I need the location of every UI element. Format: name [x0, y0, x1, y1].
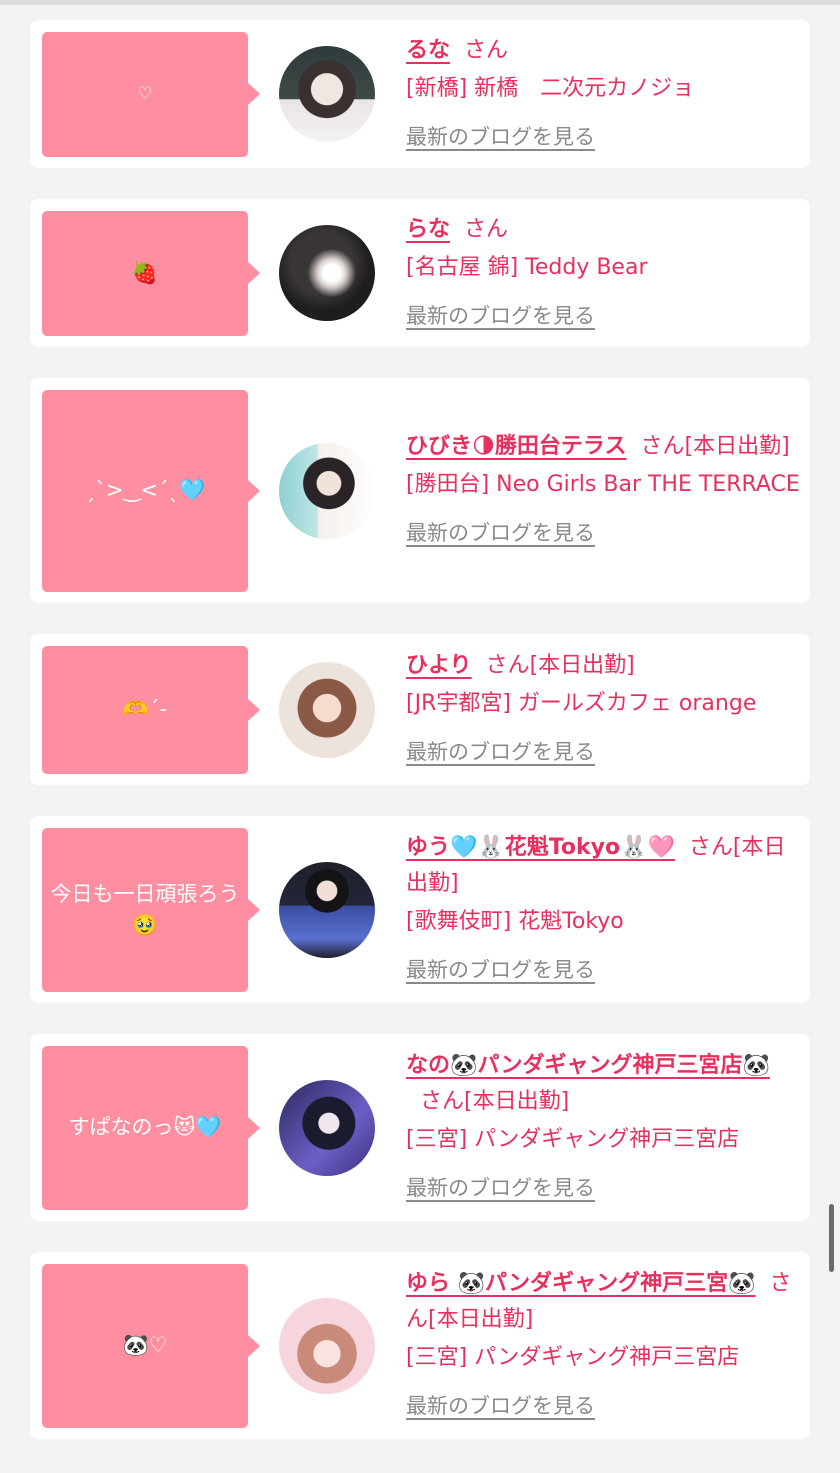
cast-name-link[interactable]: ひびき🌗勝田台テラス	[406, 434, 627, 459]
avatar-wrap	[248, 1297, 406, 1394]
name-suffix: さん	[464, 37, 509, 63]
latest-blog-link[interactable]: 最新のブログを見る	[406, 734, 595, 770]
name-suffix: さん[本日出勤]	[420, 1089, 570, 1114]
card-info: るな さん [新橋] 新橋 二次元カノジョ 最新のブログを見る	[406, 33, 800, 156]
avatar-wrap	[248, 1079, 406, 1176]
latest-blog-link[interactable]: 最新のブログを見る	[406, 298, 595, 334]
avatar[interactable]	[279, 225, 375, 321]
latest-blog-link[interactable]: 最新のブログを見る	[406, 119, 595, 155]
blog-card[interactable]: 🐼♡ ゆら 🐼パンダギャング神戸三宮🐼 さん[本日出勤] [三宮] パンダギャング…	[30, 1252, 810, 1439]
message-bubble: 今日も一日頑張ろう🥹	[42, 827, 260, 992]
shop-label: [三宮] パンダギャング神戸三宮店	[406, 1345, 740, 1370]
message-bubble: ♡	[42, 31, 260, 157]
blog-card[interactable]: ♡ るな さん [新橋] 新橋 二次元カノジョ 最新のブログを見る	[30, 20, 810, 168]
latest-blog-link[interactable]: 最新のブログを見る	[406, 515, 595, 551]
card-info: ひびき🌗勝田台テラス さん[本日出勤] [勝田台] Neo Girls Bar T…	[406, 429, 800, 552]
shop-label: [歌舞伎町] 花魁Tokyo	[406, 909, 624, 934]
cast-name-link[interactable]: ゆう🩵🐰花魁Tokyo🐰🩷	[406, 835, 675, 860]
blog-card[interactable]: ˏˋ>‿<ˊˎ🩵 ひびき🌗勝田台テラス さん[本日出勤] [勝田台] Neo Gi…	[30, 378, 810, 603]
card-info: なの🐼パンダギャング神戸三宮店🐼 さん[本日出勤] [三宮] パンダギャング神戸三…	[406, 1048, 800, 1207]
cast-name-link[interactable]: るな	[406, 38, 450, 63]
avatar-wrap	[248, 861, 406, 958]
card-info: ゆう🩵🐰花魁Tokyo🐰🩷 さん[本日出勤] [歌舞伎町] 花魁Tokyo 最新の…	[406, 830, 800, 989]
shop-label: [勝田台] Neo Girls Bar THE TERRACE	[406, 472, 800, 497]
blog-card-list: ♡ るな さん [新橋] 新橋 二次元カノジョ 最新のブログを見る 🍓 らな さん …	[30, 20, 810, 1470]
cast-name-link[interactable]: らな	[406, 217, 450, 242]
avatar-wrap	[248, 225, 406, 321]
shop-label: [新橋] 新橋 二次元カノジョ	[406, 75, 695, 101]
cast-name-link[interactable]: ひより	[406, 653, 472, 678]
bubble-text: 🫶ˊ-	[122, 697, 168, 722]
avatar[interactable]	[279, 442, 375, 539]
shop-label: [JR宇都宮] ガールズカフェ orange	[406, 691, 757, 716]
message-bubble: 🐼♡	[42, 1263, 260, 1428]
cast-name-link[interactable]: なの🐼パンダギャング神戸三宮店🐼	[406, 1053, 770, 1078]
bubble-text: ˏˋ>‿<ˊˎ🩵	[84, 478, 206, 503]
avatar[interactable]	[279, 46, 375, 142]
bubble-text: ♡	[137, 83, 153, 104]
card-info: ひより さん[本日出勤] [JR宇都宮] ガールズカフェ orange 最新のブロ…	[406, 648, 800, 771]
shop-label: [三宮] パンダギャング神戸三宮店	[406, 1127, 740, 1152]
shop-label: [名古屋 錦] Teddy Bear	[406, 254, 648, 280]
bubble-text: すぱなのっ😻🩵	[68, 1115, 222, 1140]
avatar-wrap	[248, 442, 406, 539]
avatar[interactable]	[279, 1297, 375, 1394]
card-info: らな さん [名古屋 錦] Teddy Bear 最新のブログを見る	[406, 212, 800, 335]
message-bubble: すぱなのっ😻🩵	[42, 1045, 260, 1210]
name-suffix: さん[本日出勤]	[485, 653, 635, 678]
avatar-wrap	[248, 46, 406, 142]
bubble-text: 今日も一日頑張ろう🥹	[50, 882, 240, 937]
blog-card[interactable]: 🫶ˊ- ひより さん[本日出勤] [JR宇都宮] ガールズカフェ orange 最…	[30, 634, 810, 785]
vertical-scrollbar[interactable]	[829, 1204, 834, 1272]
name-suffix: さん	[464, 216, 509, 242]
bubble-text: 🐼♡	[122, 1333, 168, 1358]
blog-card[interactable]: すぱなのっ😻🩵 なの🐼パンダギャング神戸三宮店🐼 さん[本日出勤] [三宮] パン…	[30, 1034, 810, 1221]
latest-blog-link[interactable]: 最新のブログを見る	[406, 1388, 595, 1424]
avatar[interactable]	[279, 661, 375, 758]
name-suffix: さん[本日出勤]	[640, 434, 790, 459]
message-bubble: 🫶ˊ-	[42, 645, 260, 774]
avatar[interactable]	[279, 861, 375, 958]
message-bubble: 🍓	[42, 210, 260, 336]
card-info: ゆら 🐼パンダギャング神戸三宮🐼 さん[本日出勤] [三宮] パンダギャング神戸三…	[406, 1266, 800, 1425]
blog-card[interactable]: 🍓 らな さん [名古屋 錦] Teddy Bear 最新のブログを見る	[30, 199, 810, 347]
top-divider	[0, 0, 840, 5]
latest-blog-link[interactable]: 最新のブログを見る	[406, 1170, 595, 1206]
message-bubble: ˏˋ>‿<ˊˎ🩵	[42, 389, 260, 592]
latest-blog-link[interactable]: 最新のブログを見る	[406, 952, 595, 988]
avatar[interactable]	[279, 1079, 375, 1176]
blog-card[interactable]: 今日も一日頑張ろう🥹 ゆう🩵🐰花魁Tokyo🐰🩷 さん[本日出勤] [歌舞伎町] …	[30, 816, 810, 1003]
cast-name-link[interactable]: ゆら 🐼パンダギャング神戸三宮🐼	[406, 1271, 756, 1296]
avatar-wrap	[248, 661, 406, 758]
bubble-text: 🍓	[131, 260, 159, 285]
